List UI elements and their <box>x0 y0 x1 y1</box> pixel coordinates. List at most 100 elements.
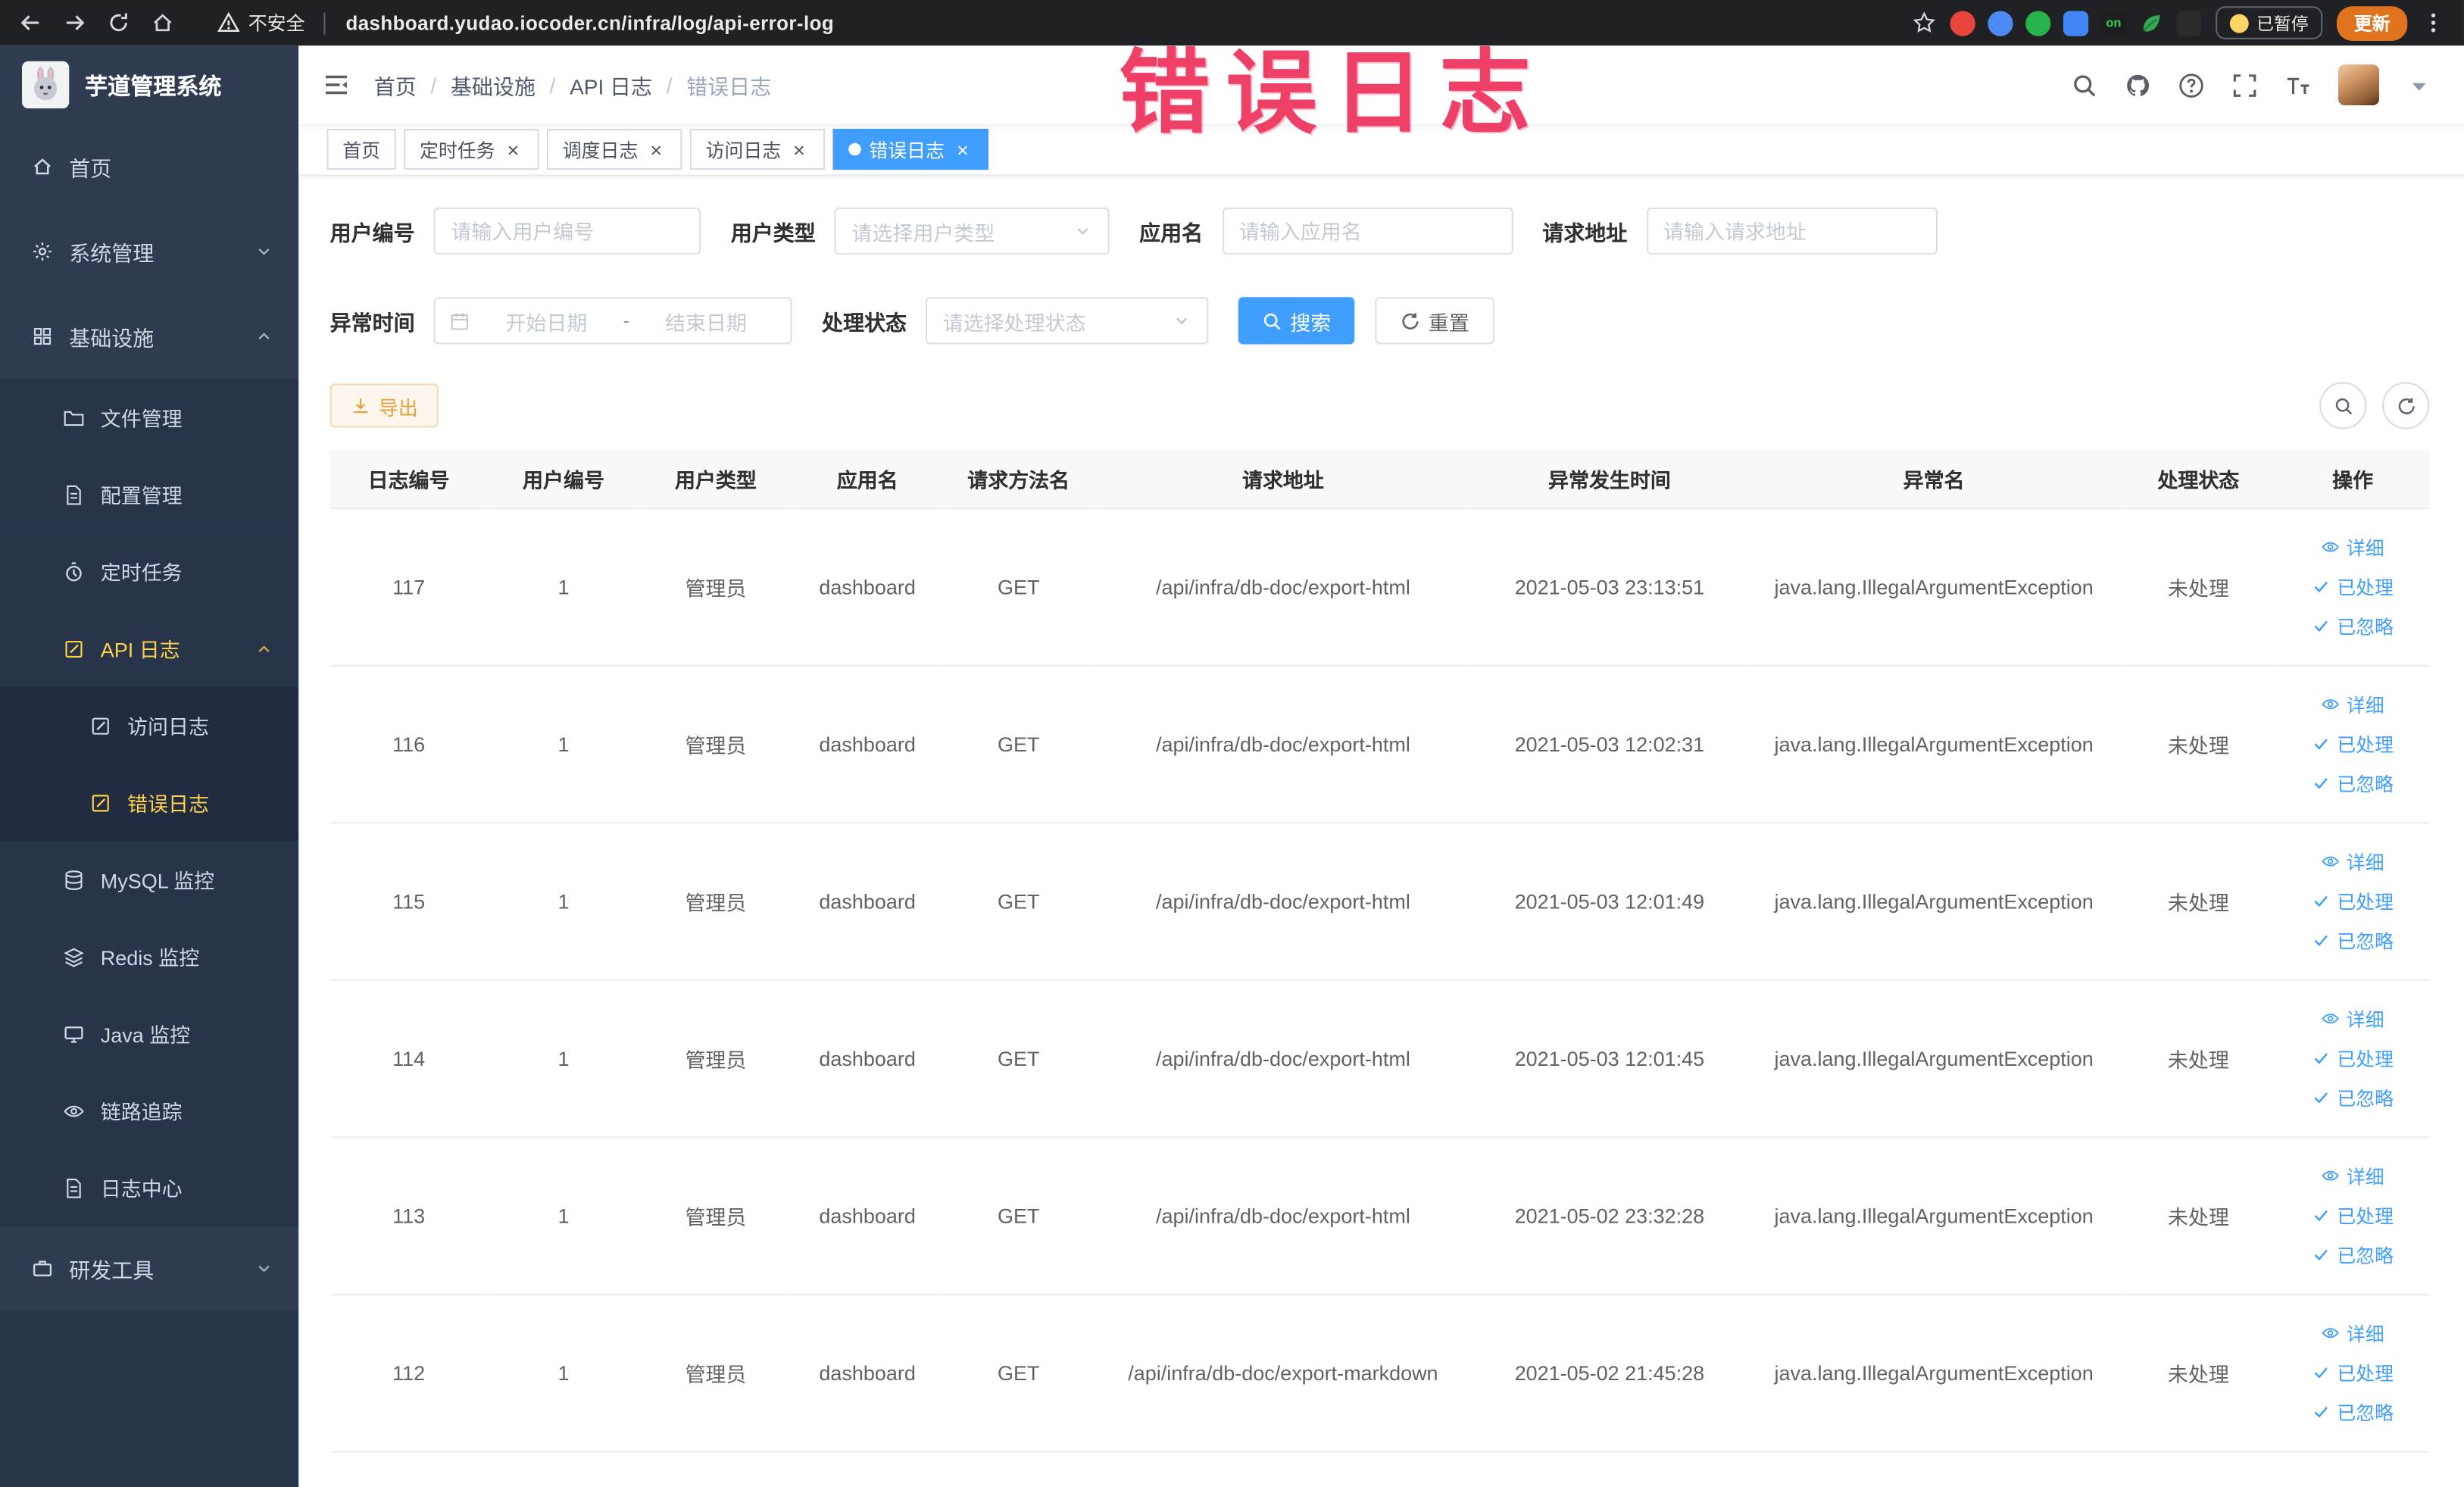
extension-green-icon[interactable] <box>2025 10 2051 36</box>
sidebar-item-scheduled-jobs[interactable]: 定时任务 <box>0 533 299 611</box>
avatar[interactable] <box>2338 64 2379 106</box>
cell-request-method: GET <box>942 664 1095 823</box>
close-icon[interactable]: × <box>646 139 667 160</box>
sidebar-item-log-center[interactable]: 日志中心 <box>0 1148 299 1226</box>
tab-home[interactable]: 首页 <box>326 129 396 170</box>
browser-back-icon[interactable] <box>19 11 42 35</box>
sidebar-item-api-log[interactable]: API 日志 <box>0 610 299 687</box>
extension-blue-grid-icon[interactable] <box>2063 10 2089 36</box>
breadcrumb-item[interactable]: API 日志 <box>570 69 652 101</box>
action-detail[interactable]: 详细 <box>2276 842 2429 881</box>
browser-menu-icon[interactable] <box>2422 11 2445 35</box>
site-security-badge[interactable]: 不安全 <box>217 9 326 36</box>
action-ignored[interactable]: 已忽略 <box>2276 920 2429 960</box>
sidebar-item-java-monitor[interactable]: Java 监控 <box>0 995 299 1073</box>
filter-label-user-id: 用户编号 <box>329 221 415 245</box>
action-detail[interactable]: 详细 <box>2276 685 2429 724</box>
sidebar-item-mysql-monitor[interactable]: MySQL 监控 <box>0 841 299 918</box>
cell-exception-name: java.lang.IllegalArgumentException <box>1747 1136 2121 1295</box>
font-size-icon[interactable] <box>2284 71 2311 98</box>
address-bar[interactable]: dashboard.yudao.iocoder.cn/infra/log/api… <box>345 12 834 34</box>
sidebar-item-dev-tools[interactable]: 研发工具 <box>0 1226 298 1311</box>
cell-process-status: 未处理 <box>2120 1136 2276 1295</box>
eye-icon <box>2322 695 2341 714</box>
action-detail[interactable]: 详细 <box>2276 999 2429 1039</box>
extension-on-badge-icon[interactable]: on <box>2100 10 2126 36</box>
chrome-update-button[interactable]: 更新 <box>2336 5 2408 40</box>
hamburger-icon[interactable] <box>322 70 350 98</box>
page-content: 用户编号 用户类型 请选择用户类型 应用名 请求地址 <box>298 176 2464 1487</box>
browser-reload-icon[interactable] <box>107 11 130 35</box>
extension-blue-drop-icon[interactable] <box>1988 10 2013 36</box>
action-detail[interactable]: 详细 <box>2276 527 2429 567</box>
app-logo[interactable]: 芋道管理系统 <box>0 45 298 124</box>
sidebar-item-redis-monitor[interactable]: Redis 监控 <box>0 917 299 995</box>
action-ignored[interactable]: 已忽略 <box>2276 1077 2429 1117</box>
filter-label-process-status: 处理状态 <box>822 311 907 335</box>
extension-red-icon[interactable] <box>1950 10 1975 36</box>
user-type-select[interactable]: 请选择用户类型 <box>834 207 1110 255</box>
extension-leaf-icon[interactable] <box>2139 10 2164 35</box>
action-processed[interactable]: 已处理 <box>2276 881 2429 920</box>
export-button[interactable]: 导出 <box>329 383 439 428</box>
process-status-select[interactable]: 请选择处理状态 <box>925 297 1209 345</box>
sidebar-item-label: 研发工具 <box>69 1259 155 1283</box>
request-url-input[interactable] <box>1646 207 1937 255</box>
app-name-input[interactable] <box>1222 207 1513 255</box>
refresh-table-button[interactable] <box>2382 382 2430 430</box>
breadcrumb-item[interactable]: 基础设施 <box>451 69 536 101</box>
extension-paused-badge[interactable]: 已暂停 <box>2216 6 2323 39</box>
action-processed[interactable]: 已处理 <box>2276 1039 2429 1078</box>
browser-home-icon[interactable] <box>151 11 174 35</box>
close-icon[interactable]: × <box>789 139 810 160</box>
search-icon[interactable] <box>2071 71 2097 98</box>
sidebar-item-infrastructure[interactable]: 基础设施 <box>0 294 298 379</box>
tab-label: 首页 <box>342 139 381 161</box>
action-detail[interactable]: 详细 <box>2276 1314 2429 1353</box>
extension-dark-icon[interactable] <box>2176 10 2202 36</box>
action-detail[interactable]: 详细 <box>2276 1156 2429 1195</box>
action-ignored[interactable]: 已忽略 <box>2276 606 2429 645</box>
sidebar-item-home[interactable]: 首页 <box>0 124 298 209</box>
cell-app-name: dashboard <box>792 1136 943 1295</box>
help-icon[interactable] <box>2178 71 2204 98</box>
fullscreen-icon[interactable] <box>2231 71 2258 98</box>
github-icon[interactable] <box>2125 71 2151 98</box>
action-processed[interactable]: 已处理 <box>2276 1195 2429 1235</box>
action-ignored[interactable]: 已忽略 <box>2276 1235 2429 1274</box>
sidebar-item-trace[interactable]: 链路追踪 <box>0 1072 299 1149</box>
date-range-picker[interactable]: 开始日期 - 结束日期 <box>433 297 792 345</box>
refresh-icon <box>1401 311 1421 331</box>
search-button[interactable]: 搜索 <box>1238 297 1355 345</box>
cell-request-url: /api/infra/db-doc/export-html <box>1094 508 1472 666</box>
filter-label-app-name: 应用名 <box>1139 221 1204 245</box>
sidebar-item-config-management[interactable]: 配置管理 <box>0 455 299 533</box>
sidebar-item-access-log[interactable]: 访问日志 <box>0 686 299 764</box>
user-id-input[interactable] <box>433 207 701 255</box>
tab-access-log[interactable]: 访问日志 × <box>689 129 826 170</box>
close-icon[interactable]: × <box>952 139 973 160</box>
reset-button[interactable]: 重置 <box>1375 297 1495 345</box>
toggle-search-button[interactable] <box>2319 382 2367 430</box>
tab-job-log[interactable]: 调度日志 × <box>547 129 682 170</box>
cell-exception-name: java.lang.IllegalArgumentException <box>1747 822 2121 980</box>
action-processed[interactable]: 已处理 <box>2276 1353 2429 1392</box>
sidebar-item-label: Java 监控 <box>100 1023 191 1048</box>
close-icon[interactable]: × <box>503 139 523 160</box>
action-processed[interactable]: 已处理 <box>2276 724 2429 764</box>
bookmark-icon[interactable] <box>1913 11 1936 35</box>
action-ignored[interactable]: 已忽略 <box>2276 1392 2429 1432</box>
caret-down-icon[interactable] <box>2406 71 2432 98</box>
action-ignored[interactable]: 已忽略 <box>2276 763 2429 802</box>
browser-forward-icon[interactable] <box>63 11 86 35</box>
action-processed[interactable]: 已处理 <box>2276 567 2429 606</box>
sidebar-item-error-log[interactable]: 错误日志 <box>0 764 299 842</box>
sidebar-item-file-management[interactable]: 文件管理 <box>0 379 299 456</box>
doc-icon <box>63 483 85 505</box>
tab-error-log[interactable]: 错误日志 × <box>832 129 989 170</box>
tab-scheduled-jobs[interactable]: 定时任务 × <box>404 129 539 170</box>
breadcrumb-item[interactable]: 首页 <box>374 69 417 101</box>
cell-user-id: 1 <box>487 508 640 666</box>
cell-request-url: /api/infra/db-doc/export-html <box>1094 664 1472 823</box>
sidebar-item-system-management[interactable]: 系统管理 <box>0 209 298 294</box>
